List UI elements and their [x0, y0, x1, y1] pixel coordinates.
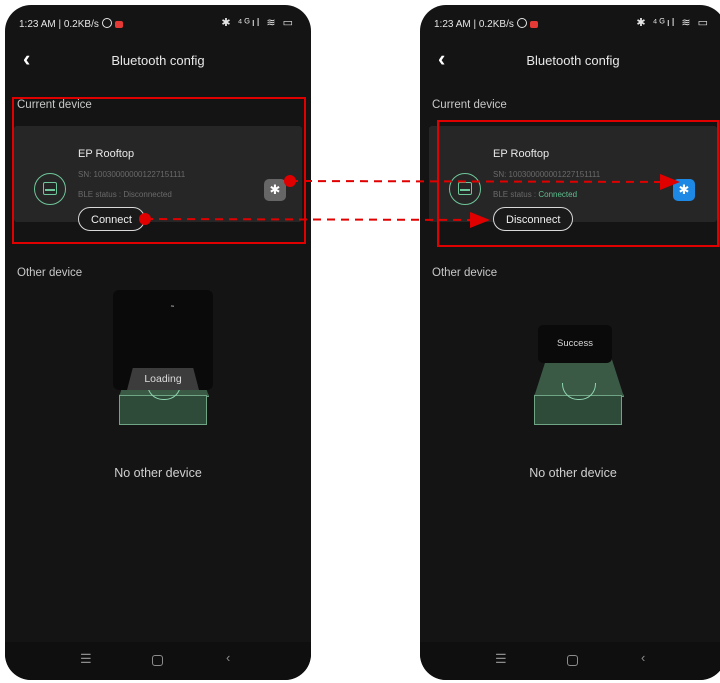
arrow-origin-bluetooth	[284, 175, 296, 187]
annotation-arrows	[139, 173, 680, 228]
arrow-bluetooth	[289, 173, 680, 190]
arrow-connect-button	[144, 211, 490, 228]
arrow-origin-connect	[139, 213, 151, 225]
